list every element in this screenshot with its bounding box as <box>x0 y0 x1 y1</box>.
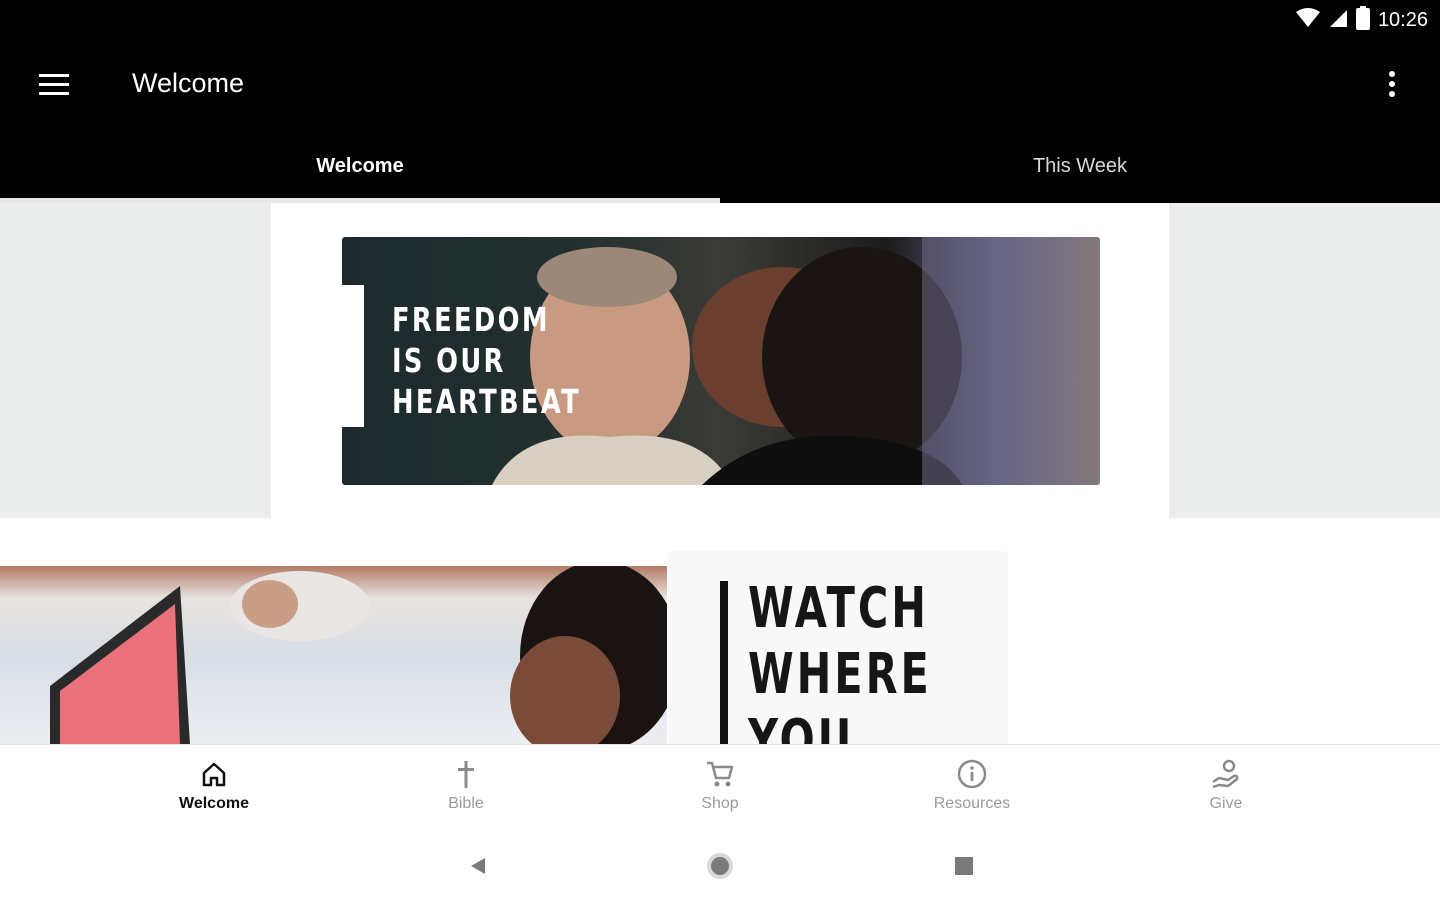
battery-icon <box>1355 5 1370 35</box>
app-bar: Welcome <box>0 40 1440 132</box>
overflow-menu-button[interactable] <box>1372 66 1412 106</box>
status-icons: 10:26 <box>1295 5 1428 35</box>
status-time: 10:26 <box>1377 8 1428 31</box>
nav-resources[interactable]: Resources <box>892 757 1052 823</box>
watch-line: YOU ARE <box>748 708 855 744</box>
back-triangle-icon <box>469 856 487 881</box>
nav-label: Resources <box>933 795 1011 812</box>
giving-hand-icon <box>1209 757 1243 791</box>
cell-signal-icon <box>1328 8 1348 33</box>
status-bar: 10:26 <box>0 0 1440 40</box>
info-icon <box>955 757 989 791</box>
system-navigation-bar <box>0 832 1440 900</box>
nav-label: Give <box>1209 795 1243 812</box>
app-screen: 10:26 Welcome Welcome This Week FREEDOM … <box>0 0 1440 900</box>
hero-banner[interactable]: FREEDOM IS OUR HEARTBEAT <box>342 237 1100 485</box>
watch-line: WHERE <box>748 642 932 707</box>
hamburger-menu-icon <box>39 73 69 100</box>
recents-button[interactable] <box>946 850 982 886</box>
nav-label: Shop <box>701 795 739 812</box>
home-icon <box>197 757 231 791</box>
nav-welcome[interactable]: Welcome <box>134 757 294 823</box>
back-button[interactable] <box>460 850 496 886</box>
nav-bible[interactable]: Bible <box>386 757 546 823</box>
content-area[interactable]: FREEDOM IS OUR HEARTBEAT WATCH WHERE YOU <box>0 203 1440 744</box>
hero-line: HEARTBEAT <box>392 382 582 421</box>
more-vert-icon <box>1388 70 1396 103</box>
home-button[interactable] <box>702 850 738 886</box>
nav-label: Bible <box>448 795 484 812</box>
cross-icon <box>449 757 483 791</box>
watch-promo-card[interactable]: WATCH WHERE YOU ARE <box>668 551 1008 744</box>
tab-this-week[interactable]: This Week <box>720 132 1440 200</box>
bottom-navigation: Welcome Bible Shop Resources Give <box>0 744 1440 832</box>
cart-icon <box>703 757 737 791</box>
nav-give[interactable]: Give <box>1146 757 1306 823</box>
promo-photo-card[interactable] <box>0 566 667 744</box>
home-circle-icon <box>705 851 735 886</box>
nav-shop[interactable]: Shop <box>640 757 800 823</box>
hero-line: FREEDOM <box>392 300 550 339</box>
watch-headline: WATCH WHERE YOU ARE <box>748 576 970 744</box>
hero-bracket <box>342 285 364 427</box>
promo-photo <box>0 566 667 744</box>
nav-label: Welcome <box>179 795 249 812</box>
tab-bar: Welcome This Week <box>0 132 1440 204</box>
page-title: Welcome <box>132 68 245 98</box>
recents-square-icon <box>954 856 974 881</box>
wifi-icon <box>1295 7 1320 33</box>
menu-button[interactable] <box>34 66 74 106</box>
watch-accent-bar <box>720 581 728 744</box>
hero-headline: FREEDOM IS OUR HEARTBEAT <box>392 299 579 422</box>
tab-welcome[interactable]: Welcome <box>0 132 720 200</box>
watch-line: WATCH <box>748 576 929 641</box>
hero-line: IS OUR <box>392 341 506 380</box>
